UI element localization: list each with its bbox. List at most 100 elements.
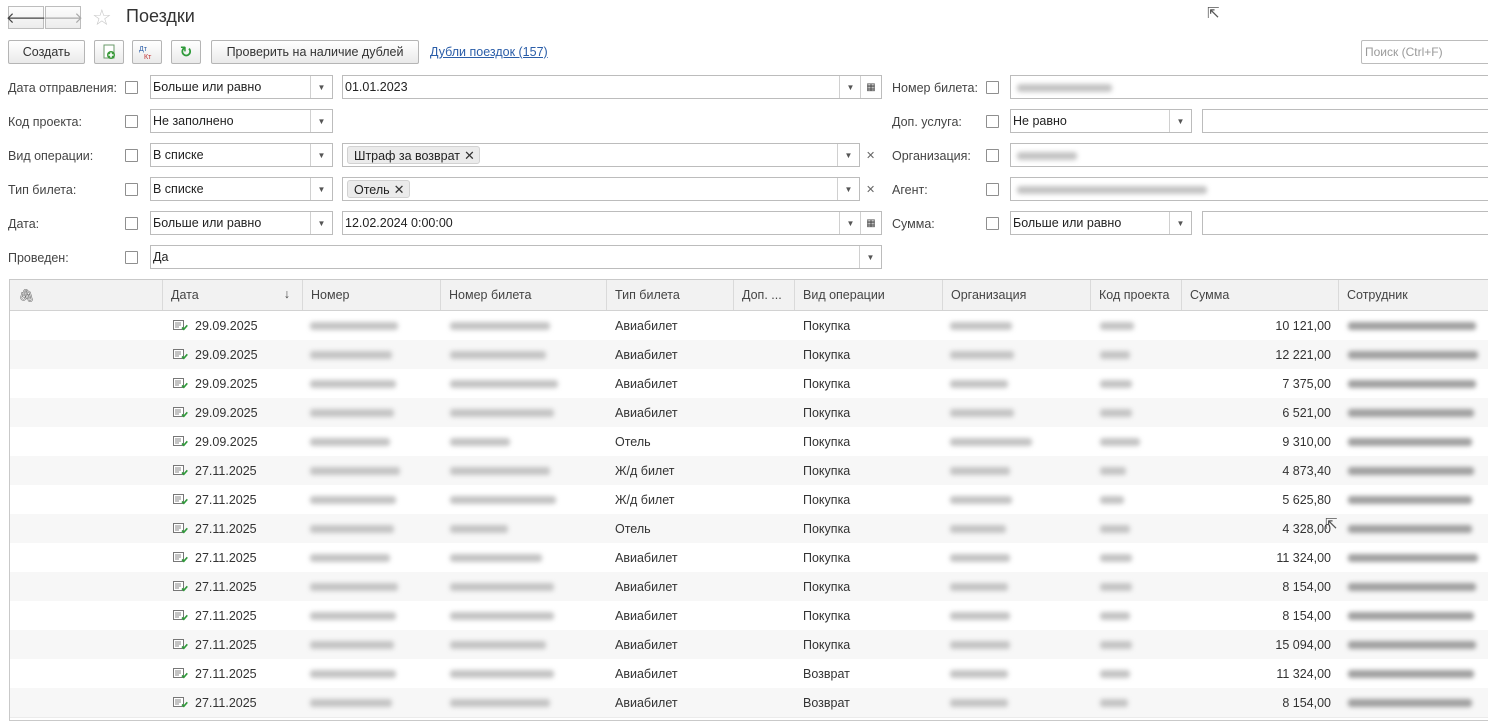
chevron-down-icon[interactable]: ▼ [310, 212, 332, 234]
column-ticket-type[interactable]: Тип билета [607, 280, 734, 310]
column-ticket-number[interactable]: Номер билета [441, 280, 607, 310]
table-row[interactable]: 27.11.2025 Авиабилет Покупка 11 324,00 [10, 543, 1488, 573]
filter-checkbox-amount[interactable] [986, 217, 999, 230]
create-copy-button[interactable] [94, 40, 124, 64]
chevron-down-icon[interactable]: ▼ [310, 76, 332, 98]
redacted-text [1100, 699, 1128, 707]
filter-checkbox-ticket-type[interactable] [125, 183, 138, 196]
table-row[interactable]: 27.11.2025 Авиабилет Покупка 8 154,00 [10, 601, 1488, 631]
column-organization[interactable]: Организация [943, 280, 1091, 310]
filter-value-date[interactable]: 12.02.2024 0:00:00 ▼ ▦ [342, 211, 882, 235]
cell-ticket-type: Авиабилет [615, 551, 678, 565]
redacted-text [1100, 554, 1132, 562]
column-date[interactable]: Дата ↓ [163, 280, 303, 310]
filter-operator-operation-type[interactable]: В списке ▼ [150, 143, 333, 167]
create-button[interactable]: Создать [8, 40, 85, 64]
table-row[interactable]: 27.11.2025 Авиабилет Покупка 8 154,00 [10, 572, 1488, 602]
chevron-down-icon[interactable]: ▼ [310, 178, 332, 200]
filter-checkbox-extra-service[interactable] [986, 115, 999, 128]
filter-checkbox-organization[interactable] [986, 149, 999, 162]
filter-operator-departure-date[interactable]: Больше или равно ▼ [150, 75, 333, 99]
table-row[interactable]: 29.09.2025 Отель Покупка 9 310,00 [10, 427, 1488, 457]
chevron-down-icon[interactable]: ▼ [1169, 110, 1191, 132]
filter-checkbox-departure-date[interactable] [125, 81, 138, 94]
calendar-icon[interactable]: ▦ [860, 212, 881, 234]
trips-table[interactable]: 🖇 Дата ↓ Номер Номер билета Тип билета Д… [9, 279, 1488, 721]
redacted-text [1017, 84, 1112, 92]
chevron-down-icon[interactable]: ▼ [310, 110, 332, 132]
filter-value-amount[interactable] [1202, 211, 1488, 235]
check-duplicates-button[interactable]: Проверить на наличие дублей [211, 40, 419, 64]
forward-button[interactable]: 🡒 [43, 6, 83, 29]
filter-operator-project-code[interactable]: Не заполнено ▼ [150, 109, 333, 133]
cell-amount: 11 324,00 [1276, 551, 1331, 565]
filter-checkbox-operation-type[interactable] [125, 149, 138, 162]
column-attachments[interactable]: 🖇 [10, 280, 163, 310]
table-row[interactable]: 27.11.2025 Авиабилет Возврат 8 154,00 [10, 688, 1488, 718]
filter-checkbox-agent[interactable] [986, 183, 999, 196]
chevron-down-icon[interactable]: ▼ [837, 178, 859, 200]
column-amount[interactable]: Сумма [1182, 280, 1339, 310]
filter-checkbox-project-code[interactable] [125, 115, 138, 128]
refresh-button[interactable]: ↻ [171, 40, 201, 64]
chevron-down-icon[interactable]: ▼ [839, 76, 861, 98]
search-input[interactable]: Поиск (Ctrl+F) [1361, 40, 1488, 64]
favorite-star-icon[interactable]: ☆ [92, 5, 112, 31]
filter-value-posted[interactable]: Да ▼ [150, 245, 882, 269]
cell-date: 27.11.2025 [195, 667, 257, 681]
filter-operator-extra-service[interactable]: Не равно ▼ [1010, 109, 1192, 133]
table-row[interactable]: 27.11.2025 Отель Покупка 4 328,00 [10, 514, 1488, 544]
filter-label-departure-date: Дата отправления: [8, 81, 117, 95]
chevron-down-icon[interactable]: ▼ [839, 212, 861, 234]
calendar-icon[interactable]: ▦ [860, 76, 881, 98]
column-extra[interactable]: Доп. ... [734, 280, 795, 310]
filter-value-agent[interactable] [1010, 177, 1488, 201]
cell-date: 27.11.2025 [195, 638, 257, 652]
chevron-down-icon[interactable]: ▼ [859, 246, 881, 268]
column-operation[interactable]: Вид операции [795, 280, 943, 310]
filter-value-departure-date[interactable]: 01.01.2023 ▼ ▦ [342, 75, 882, 99]
table-row[interactable]: 27.11.2025 Ж/д билет Покупка 4 873,40 [10, 456, 1488, 486]
redacted-text [310, 467, 400, 475]
redacted-text [450, 322, 550, 330]
cell-operation: Покупка [803, 435, 851, 449]
table-row[interactable]: 27.11.2025 Авиабилет Покупка 15 094,00 [10, 630, 1488, 660]
redacted-text [450, 496, 556, 504]
redacted-text [1100, 583, 1132, 591]
dt-kt-button[interactable]: Дт Кт [132, 40, 162, 64]
table-row[interactable]: 29.09.2025 Авиабилет Покупка 6 521,00 [10, 398, 1488, 428]
redacted-text [450, 525, 508, 533]
filter-checkbox-posted[interactable] [125, 251, 138, 264]
clear-icon[interactable]: ✕ [866, 149, 875, 162]
column-employee[interactable]: Сотрудник [1339, 280, 1488, 310]
back-button[interactable]: 🡐 [6, 6, 46, 29]
redacted-text [310, 496, 396, 504]
duplicates-link[interactable]: Дубли поездок (157) [430, 45, 548, 59]
chevron-down-icon[interactable]: ▼ [837, 144, 859, 166]
filter-operator-date[interactable]: Больше или равно ▼ [150, 211, 333, 235]
cell-operation: Покупка [803, 493, 851, 507]
filter-checkbox-ticket-number[interactable] [986, 81, 999, 94]
filter-checkbox-date[interactable] [125, 217, 138, 230]
remove-tag-icon[interactable]: ✕ [394, 182, 405, 198]
filter-value-organization[interactable] [1010, 143, 1488, 167]
chevron-down-icon[interactable]: ▼ [310, 144, 332, 166]
table-row[interactable]: 29.09.2025 Авиабилет Покупка 10 121,00 [10, 311, 1488, 341]
clear-icon[interactable]: ✕ [866, 183, 875, 196]
table-row[interactable]: 27.11.2025 Ж/д билет Покупка 5 625,80 [10, 485, 1488, 515]
filter-value-ticket-type[interactable]: Отель ✕ ▼ [342, 177, 860, 201]
filter-value-ticket-number[interactable] [1010, 75, 1488, 99]
table-row[interactable]: 29.09.2025 Авиабилет Покупка 7 375,00 [10, 369, 1488, 399]
filter-operator-amount[interactable]: Больше или равно ▼ [1010, 211, 1192, 235]
filter-operator-ticket-type[interactable]: В списке ▼ [150, 177, 333, 201]
chevron-down-icon[interactable]: ▼ [1169, 212, 1191, 234]
cell-amount: 7 375,00 [1282, 377, 1331, 391]
column-number[interactable]: Номер [303, 280, 441, 310]
filter-value-operation-type[interactable]: Штраф за возврат ✕ ▼ [342, 143, 860, 167]
redacted-text [950, 351, 1014, 359]
remove-tag-icon[interactable]: ✕ [464, 148, 475, 164]
filter-value-extra-service[interactable] [1202, 109, 1488, 133]
table-row[interactable]: 27.11.2025 Авиабилет Возврат 11 324,00 [10, 659, 1488, 689]
column-project-code[interactable]: Код проекта [1091, 280, 1182, 310]
table-row[interactable]: 29.09.2025 Авиабилет Покупка 12 221,00 [10, 340, 1488, 370]
